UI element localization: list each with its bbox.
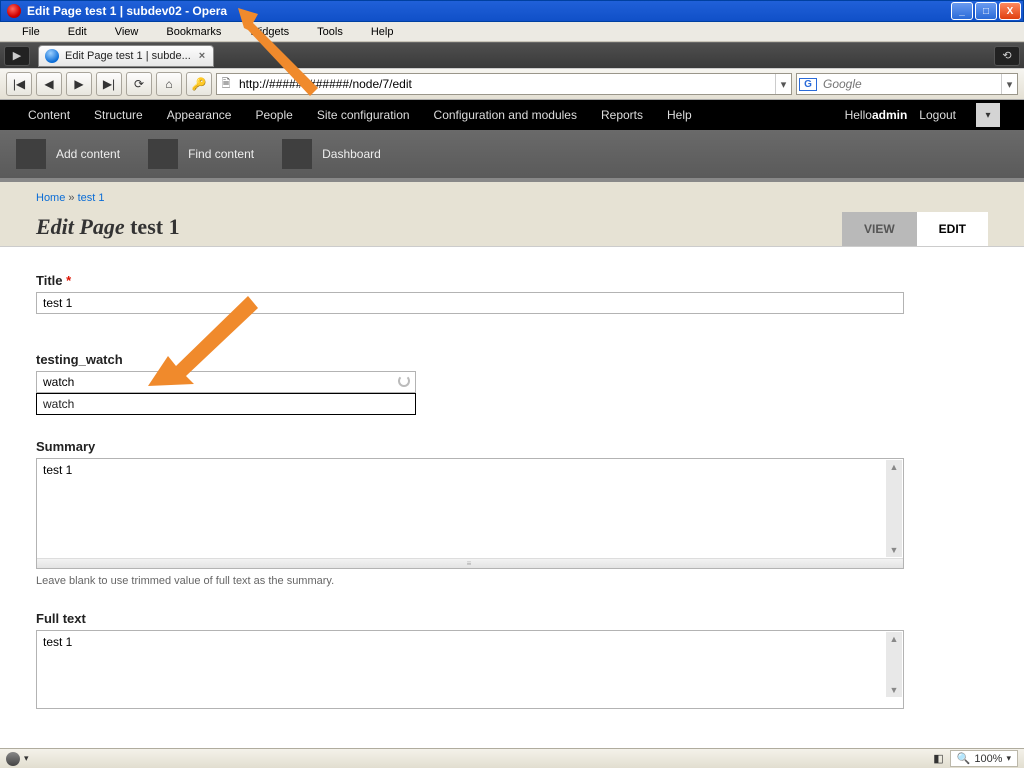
browser-toolbar: |◀ ◀ ▶ ▶| ⟳ ⌂ 🔑 🗎 ▾ G ▾ <box>0 68 1024 100</box>
breadcrumb: Home » test 1 <box>36 192 988 204</box>
tab-close-button[interactable]: × <box>197 50 207 62</box>
menu-edit[interactable]: Edit <box>54 24 101 40</box>
panel-toggle-button[interactable]: ▶ <box>4 46 30 66</box>
scroll-up-icon[interactable]: ▲ <box>890 634 899 644</box>
menu-bookmarks[interactable]: Bookmarks <box>152 24 235 40</box>
summary-description: Leave blank to use trimmed value of full… <box>36 575 988 587</box>
node-edit-form: Title * testing_watch watch Summary ▲▼ ≡… <box>0 247 1024 759</box>
scrollbar[interactable]: ▲▼ <box>886 632 902 697</box>
scroll-down-icon[interactable]: ▼ <box>890 545 899 555</box>
shortcut-bar: Add content Find content Dashboard <box>0 130 1024 182</box>
shortcut-dashboard[interactable]: Dashboard <box>282 139 381 169</box>
admin-configuration-modules[interactable]: Configuration and modules <box>422 100 589 130</box>
browser-tabstrip: ▶ Edit Page test 1 | subde... × ⟲ <box>0 42 1024 68</box>
breadcrumb-sep: » <box>68 192 74 204</box>
hello-label: Hello <box>845 108 872 122</box>
plus-icon <box>148 139 178 169</box>
zoom-value: 100% <box>974 753 1002 765</box>
forward-button[interactable]: ▶ <box>66 72 92 96</box>
url-dropdown-button[interactable]: ▾ <box>775 74 791 94</box>
scrollbar[interactable]: ▲▼ <box>886 460 902 557</box>
current-user[interactable]: admin <box>872 108 907 122</box>
autocomplete-option[interactable]: watch <box>37 394 415 414</box>
minimize-button[interactable]: _ <box>951 2 973 20</box>
url-input[interactable] <box>235 74 775 94</box>
search-engine-dropdown[interactable]: ▾ <box>1001 74 1017 94</box>
scroll-down-icon[interactable]: ▼ <box>890 685 899 695</box>
rewind-button[interactable]: |◀ <box>6 72 32 96</box>
window-close-button[interactable]: X <box>999 2 1021 20</box>
scroll-up-icon[interactable]: ▲ <box>890 462 899 472</box>
autocomplete-throbber-icon <box>398 375 410 387</box>
title-label: Title * <box>36 273 988 288</box>
page-title: Edit Page test 1 <box>36 214 180 240</box>
opera-icon <box>7 4 21 18</box>
menu-view[interactable]: View <box>101 24 153 40</box>
address-field[interactable]: 🗎 ▾ <box>216 73 792 95</box>
browser-statusbar: ▾ ◧ 🔍 100% ▾ <box>0 748 1024 768</box>
autocomplete-dropdown: watch <box>36 393 416 415</box>
admin-content[interactable]: Content <box>16 100 82 130</box>
window-title: Edit Page test 1 | subdev02 - Opera <box>27 4 951 18</box>
admin-structure[interactable]: Structure <box>82 100 155 130</box>
breadcrumb-home[interactable]: Home <box>36 192 65 204</box>
wand-button[interactable]: 🔑 <box>186 72 212 96</box>
magnifier-icon: 🔍 <box>957 752 971 765</box>
testing-watch-input[interactable] <box>36 371 416 393</box>
zoom-dropdown[interactable]: ▾ <box>1006 753 1011 764</box>
menu-widgets[interactable]: Widgets <box>235 24 303 40</box>
turbo-icon[interactable]: ◧ <box>933 752 943 765</box>
back-button[interactable]: ◀ <box>36 72 62 96</box>
menu-file[interactable]: File <box>8 24 54 40</box>
search-input[interactable] <box>819 74 1001 94</box>
sync-icon[interactable] <box>6 752 20 766</box>
admin-reports[interactable]: Reports <box>589 100 655 130</box>
tab-view[interactable]: VIEW <box>842 212 917 246</box>
fast-forward-button[interactable]: ▶| <box>96 72 122 96</box>
fulltext-textarea[interactable] <box>37 631 903 705</box>
admin-people[interactable]: People <box>243 100 304 130</box>
breadcrumb-page[interactable]: test 1 <box>78 192 105 204</box>
testing-watch-label: testing_watch <box>36 352 988 367</box>
home-button[interactable]: ⌂ <box>156 72 182 96</box>
browser-menubar: File Edit View Bookmarks Widgets Tools H… <box>0 22 1024 42</box>
plus-icon <box>16 139 46 169</box>
title-input[interactable] <box>36 292 904 314</box>
window-titlebar: Edit Page test 1 | subdev02 - Opera _ □ … <box>0 0 1024 22</box>
admin-menu: Content Structure Appearance People Site… <box>0 100 1024 130</box>
document-icon: 🗎 <box>217 75 235 94</box>
tab-edit[interactable]: EDIT <box>917 212 988 246</box>
admin-appearance[interactable]: Appearance <box>155 100 244 130</box>
plus-icon <box>282 139 312 169</box>
required-marker: * <box>66 273 71 288</box>
admin-site-configuration[interactable]: Site configuration <box>305 100 422 130</box>
browser-tab[interactable]: Edit Page test 1 | subde... × <box>38 45 214 67</box>
fulltext-label: Full text <box>36 611 988 626</box>
google-icon: G <box>799 78 817 91</box>
search-field[interactable]: G ▾ <box>796 73 1018 95</box>
reload-button[interactable]: ⟳ <box>126 72 152 96</box>
shortcut-find-content[interactable]: Find content <box>148 139 254 169</box>
menu-help[interactable]: Help <box>357 24 408 40</box>
summary-label: Summary <box>36 439 988 454</box>
zoom-control[interactable]: 🔍 100% ▾ <box>950 750 1018 767</box>
closed-tabs-button[interactable]: ⟲ <box>994 46 1020 66</box>
textarea-grippie[interactable]: ≡ <box>37 558 903 568</box>
logout-link[interactable]: Logout <box>907 100 968 130</box>
menu-tools[interactable]: Tools <box>303 24 357 40</box>
toggle-toolbar-button[interactable]: ▾ <box>976 103 1000 127</box>
shortcut-add-content[interactable]: Add content <box>16 139 120 169</box>
admin-help[interactable]: Help <box>655 100 704 130</box>
tab-label: Edit Page test 1 | subde... <box>65 50 191 62</box>
status-dropdown[interactable]: ▾ <box>24 753 29 764</box>
drupal-favicon-icon <box>45 49 59 63</box>
summary-textarea[interactable] <box>37 459 903 555</box>
page-header: Home » test 1 Edit Page test 1 VIEW EDIT <box>0 182 1024 247</box>
maximize-button[interactable]: □ <box>975 2 997 20</box>
